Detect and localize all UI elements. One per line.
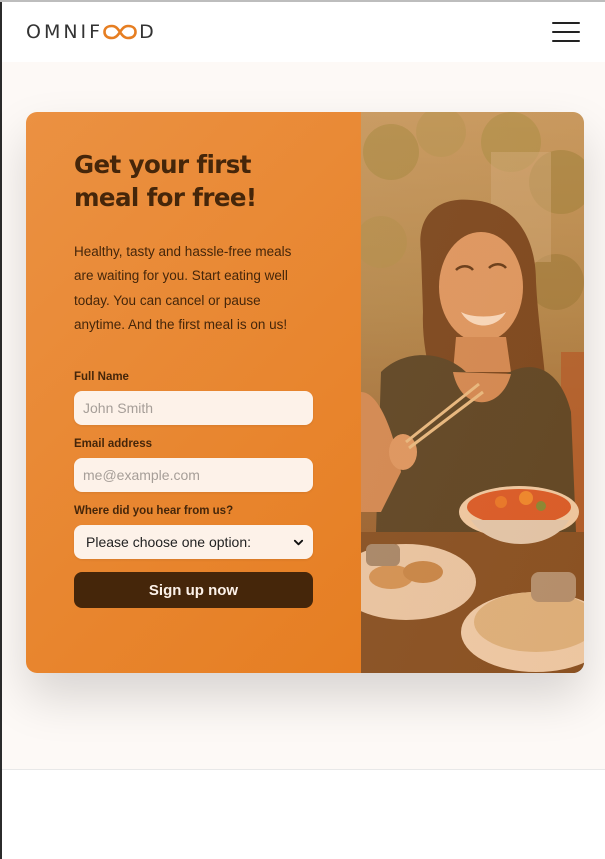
source-field-group: Where did you hear from us? Please choos… (74, 505, 313, 560)
source-select-value: Please choose one option: (86, 534, 252, 551)
photo-illustration (361, 112, 584, 673)
menu-icon[interactable] (552, 22, 580, 42)
section-divider (2, 769, 605, 770)
source-select[interactable]: Please choose one option: (74, 525, 313, 560)
email-field-group: Email address (74, 438, 313, 493)
omnifood-logo[interactable]: OMNIF D (26, 21, 157, 43)
woman-eating-photo (361, 112, 584, 673)
full-name-field-group: Full Name (74, 371, 313, 426)
site-header: OMNIF D (2, 2, 605, 62)
source-label: Where did you hear from us? (74, 505, 234, 518)
full-name-label: Full Name (74, 371, 129, 384)
cta-description: Healthy, tasty and hassle-free meals are… (74, 244, 292, 332)
signup-form: Full Name Email address Where did you he… (74, 371, 313, 609)
chevron-down-icon (293, 539, 304, 545)
full-name-input[interactable] (74, 391, 313, 426)
sign-up-button[interactable]: Sign up now (74, 572, 313, 609)
cta-title: Get your first meal for free! (74, 150, 257, 212)
cta-card: Get your first meal for free! Healthy, t… (26, 112, 584, 673)
logo-text-start: OMNIF (26, 21, 104, 43)
cta-text-box: Get your first meal for free! Healthy, t… (26, 112, 361, 673)
email-label: Email address (74, 438, 152, 451)
logo-text-end: D (139, 21, 157, 43)
infinity-icon (103, 24, 137, 40)
email-input[interactable] (74, 458, 313, 493)
